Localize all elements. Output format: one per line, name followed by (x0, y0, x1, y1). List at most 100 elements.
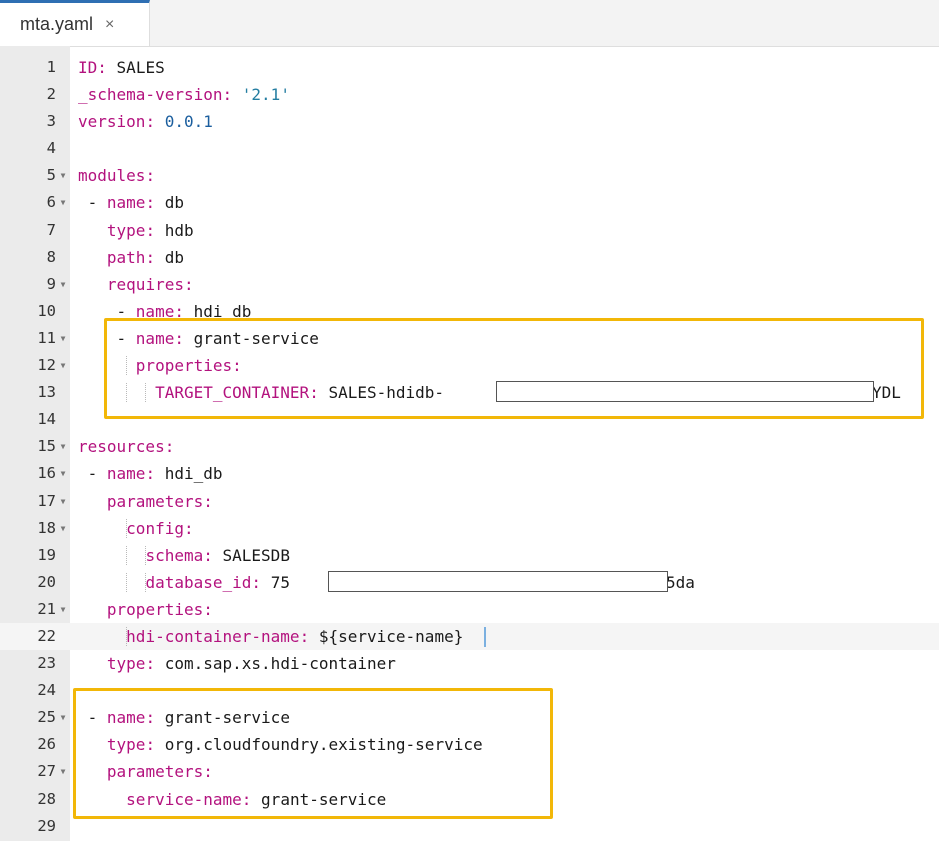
fold-arrow-icon[interactable]: ▼ (57, 488, 69, 515)
fold-arrow-icon[interactable]: ▼ (57, 758, 69, 785)
code-text: - name: hdi_db (78, 460, 223, 487)
yaml-colon: : (97, 58, 107, 77)
code-text: path: db (78, 244, 184, 271)
code-text: modules: (78, 162, 155, 189)
fold-arrow-icon[interactable]: ▼ (57, 433, 69, 460)
code-line[interactable]: 16 ▼ - name: hdi_db (0, 460, 939, 487)
fold-arrow-icon[interactable]: ▼ (57, 162, 69, 189)
code-text: parameters: (78, 488, 213, 515)
code-line[interactable]: 3 version: 0.0.1 (0, 108, 939, 135)
code-line[interactable]: 7 type: hdb (0, 217, 939, 244)
tab-mta-yaml[interactable]: mta.yaml × (0, 0, 150, 46)
yaml-key: modules (78, 166, 146, 186)
line-number: 7 (46, 220, 56, 239)
code-indent: - (78, 193, 107, 213)
yaml-colon: : (183, 274, 194, 294)
yaml-key: _schema-version (78, 85, 223, 105)
code-text: resources: (78, 433, 174, 460)
tab-bar: mta.yaml × (0, 0, 939, 47)
code-line[interactable]: 8 path: db (0, 244, 939, 271)
line-number: 24 (37, 681, 56, 700)
yaml-colon: : (145, 220, 156, 240)
line-number: 29 (37, 816, 56, 835)
fold-arrow-icon[interactable]: ▼ (57, 189, 69, 216)
tab-label: mta.yaml (20, 14, 94, 34)
code-line[interactable]: 1 ID: SALES (0, 54, 939, 81)
yaml-key: schema (145, 545, 204, 565)
yaml-value: hdb (164, 220, 194, 240)
fold-arrow-icon[interactable]: ▼ (57, 596, 69, 623)
fold-arrow-icon[interactable]: ▼ (57, 704, 69, 731)
fold-arrow-icon[interactable]: ▼ (57, 515, 69, 542)
code-text: properties: (78, 596, 213, 623)
text-cursor (484, 626, 486, 647)
code-line[interactable]: 19 schema: SALESDB (0, 542, 939, 569)
line-number: 22 (37, 626, 56, 645)
fold-arrow-icon[interactable]: ▼ (57, 352, 69, 379)
code-text: requires: (78, 271, 194, 298)
yaml-value: com.sap.xs.hdi-container (164, 654, 396, 674)
yaml-key: version (78, 112, 146, 132)
yaml-colon: : (203, 545, 213, 565)
code-text: type: hdb (78, 217, 194, 244)
code-line[interactable]: 18 ▼ config: (0, 515, 939, 542)
yaml-value: hdi_db (164, 464, 223, 484)
close-icon[interactable]: × (105, 16, 114, 34)
code-line[interactable]: 6 ▼ - name: db (0, 189, 939, 216)
yaml-value: '2.1' (241, 85, 290, 105)
code-line[interactable]: 22 hdi-container-name: ${service-name} (0, 622, 939, 651)
line-number: 12 (37, 356, 56, 375)
yaml-colon: : (145, 166, 156, 186)
yaml-colon: : (145, 654, 156, 674)
yaml-key: requires (106, 274, 184, 294)
code-text: _schema-version: '2.1' (78, 81, 290, 108)
code-text: config: (78, 515, 194, 542)
code-indent: - (78, 464, 107, 484)
yaml-key: path (106, 247, 146, 267)
line-number: 17 (37, 491, 56, 510)
fold-arrow-icon[interactable]: ▼ (57, 325, 69, 352)
code-line[interactable]: 15 ▼ resources: (0, 433, 939, 460)
line-number: 4 (46, 139, 56, 158)
line-number: 2 (46, 85, 56, 104)
yaml-value: SALES (116, 58, 165, 77)
line-number: 14 (37, 410, 56, 429)
yaml-key: resources (78, 437, 165, 457)
highlight-box-resource (73, 688, 553, 819)
code-line[interactable]: 21 ▼ properties: (0, 596, 939, 623)
code-text: database_id: 75 (78, 569, 290, 596)
code-text: schema: SALESDB (78, 542, 290, 569)
line-number: 15 (37, 437, 56, 456)
yaml-value-tail: 5da (666, 572, 695, 592)
yaml-key: properties (106, 599, 204, 619)
yaml-value: 0.0.1 (164, 112, 213, 132)
yaml-colon: : (183, 518, 194, 538)
redacted-value (328, 570, 668, 592)
highlight-box-requires (104, 318, 924, 419)
code-line[interactable]: 4 (0, 135, 939, 162)
yaml-key: hdi-container-name (126, 626, 300, 646)
code-line[interactable]: 2 _schema-version: '2.1' (0, 81, 939, 108)
fold-arrow-icon[interactable]: ▼ (57, 271, 69, 298)
code-line[interactable]: 5 ▼ modules: (0, 162, 939, 189)
code-line[interactable]: 9 ▼ requires: (0, 271, 939, 298)
code-text: - name: db (78, 189, 184, 216)
code-line[interactable]: 23 type: com.sap.xs.hdi-container (0, 650, 939, 677)
yaml-colon: : (299, 626, 310, 646)
code-text: hdi-container-name: ${service-name} (78, 623, 463, 650)
code-line[interactable]: 20 database_id: 75 5da (0, 569, 939, 596)
line-number: 8 (46, 247, 56, 266)
yaml-colon: : (145, 247, 156, 267)
fold-arrow-icon[interactable]: ▼ (57, 460, 69, 487)
line-number: 5 (46, 166, 56, 185)
code-line[interactable]: 17 ▼ parameters: (0, 488, 939, 515)
line-number: 21 (37, 599, 56, 618)
